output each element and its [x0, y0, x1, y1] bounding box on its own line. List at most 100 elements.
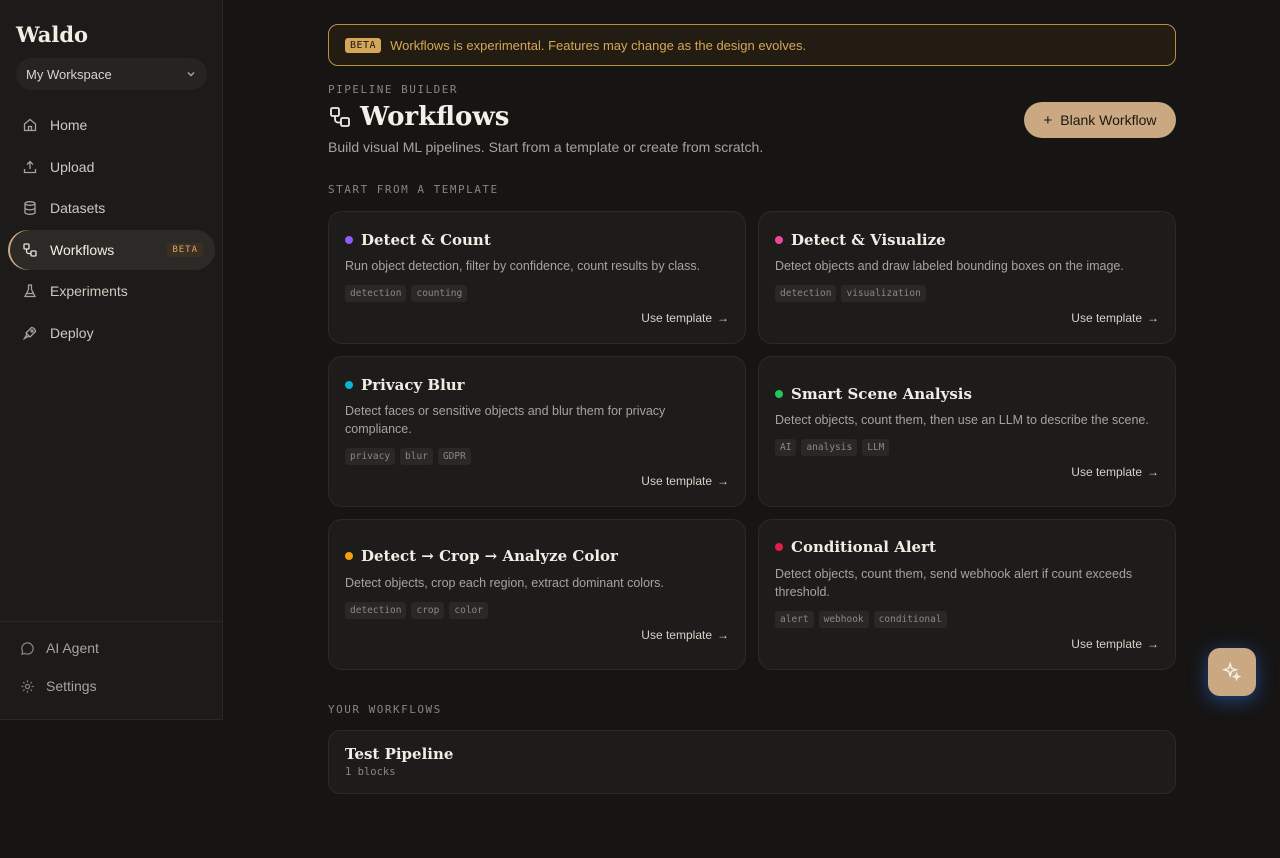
arrow-right-icon: → [1147, 311, 1159, 325]
sidebar-item-label: Home [50, 117, 88, 133]
sidebar-item-datasets[interactable]: Datasets [8, 188, 215, 228]
template-tag: LLM [862, 439, 890, 456]
template-tag: color [449, 602, 488, 619]
workflow-name: Test Pipeline [345, 745, 454, 763]
templates-section-label: START FROM A TEMPLATE [328, 183, 499, 196]
arrow-right-icon: → [1147, 637, 1159, 651]
workspace-select[interactable]: My Workspace [16, 58, 207, 90]
arrow-right-icon: → [717, 311, 729, 325]
use-template-button[interactable]: Use template → [1071, 311, 1159, 325]
template-header: Smart Scene Analysis [775, 385, 972, 403]
template-description: Detect faces or sensitive objects and bl… [345, 404, 666, 436]
use-template-button[interactable]: Use template → [641, 474, 729, 488]
template-tag: crop [411, 602, 445, 619]
template-card[interactable]: Smart Scene Analysis Detect objects, coun… [758, 356, 1176, 507]
sidebar-item-label: Workflows [50, 241, 115, 258]
template-tag: privacy [345, 448, 396, 465]
upload-icon [22, 159, 38, 175]
sidebar-item-label: Datasets [50, 200, 106, 216]
chevron-down-icon [187, 72, 195, 77]
template-tag: detection [775, 285, 837, 302]
blank-workflow-button[interactable]: + Blank Workflow [1024, 102, 1176, 138]
workflow-card[interactable]: Test Pipeline 1 blocks [328, 730, 1176, 794]
sidebar-item-workflows[interactable]: Workflows BETA [8, 229, 215, 270]
template-card[interactable]: Detect & Visualize Detect objects and dra… [758, 211, 1176, 344]
template-name: Detect → Crop → Analyze Color [361, 547, 618, 565]
arrow-right-icon: → [717, 474, 729, 488]
template-tag: detection [345, 602, 407, 619]
template-name: Smart Scene Analysis [791, 385, 972, 403]
template-description: Detect objects and draw labeled bounding… [775, 259, 1124, 273]
ai-assistant-button[interactable] [1208, 648, 1256, 696]
arrow-right-icon: → [717, 628, 729, 642]
rocket-icon [22, 325, 38, 341]
use-template-button[interactable]: Use template → [1071, 465, 1159, 479]
use-template-button[interactable]: Use template → [641, 311, 729, 325]
sidebar-nav: Home Upload Datasets Workflows BETA Expe… [8, 105, 215, 354]
template-tags: AI analysis LLM [775, 439, 894, 456]
template-name: Conditional Alert [791, 538, 936, 556]
template-card[interactable]: Detect & Count Run object detection, filt… [328, 211, 746, 344]
sidebar-item-label: Settings [46, 678, 97, 694]
template-tag: detection [345, 285, 407, 302]
sidebar-item-label: AI Agent [46, 640, 99, 656]
template-description: Detect objects, crop each region, extrac… [345, 576, 664, 590]
template-tags: privacy blur GDPR [345, 448, 476, 465]
sidebar-item-label: Deploy [50, 324, 94, 341]
sidebar-item-deploy[interactable]: Deploy [8, 313, 215, 353]
chat-icon [21, 641, 34, 655]
template-tags: detection counting [345, 285, 472, 302]
template-color-dot [775, 236, 783, 244]
template-name: Detect & Count [361, 231, 491, 249]
arrow-right-icon: → [1147, 465, 1159, 479]
template-color-dot [775, 390, 783, 398]
beta-badge: BETA [167, 242, 203, 257]
home-icon [22, 117, 38, 133]
template-card[interactable]: Privacy Blur Detect faces or sensitive ob… [328, 356, 746, 507]
template-tag: AI [775, 439, 797, 456]
template-tag: counting [411, 285, 468, 302]
template-description: Detect objects, count them, then use an … [775, 413, 1149, 427]
template-tag: webhook [818, 611, 869, 628]
sidebar-item-home[interactable]: Home [8, 105, 215, 145]
template-header: Detect & Visualize [775, 231, 946, 249]
use-template-label: Use template [1071, 465, 1142, 479]
page-subtitle: Build visual ML pipelines. Start from a … [328, 139, 764, 155]
sidebar-item-experiments[interactable]: Experiments [8, 271, 215, 311]
sidebar-item-label: Upload [50, 158, 95, 175]
beta-tag: BETA [345, 37, 382, 53]
sidebar-divider [0, 621, 223, 622]
template-header: Detect → Crop → Analyze Color [345, 547, 618, 565]
use-template-button[interactable]: Use template → [1071, 637, 1159, 651]
use-template-button[interactable]: Use template → [641, 628, 729, 642]
template-tags: detection crop color [345, 602, 493, 619]
use-template-label: Use template [1071, 637, 1142, 651]
template-color-dot [345, 236, 353, 244]
template-tags: detection visualization [775, 285, 931, 302]
template-color-dot [775, 543, 783, 551]
template-name: Privacy Blur [361, 376, 465, 394]
sidebar-item-settings[interactable]: Settings [20, 676, 99, 696]
workspace-select-label: My Workspace [26, 66, 112, 82]
blank-workflow-label: Blank Workflow [1060, 112, 1157, 128]
page-title-row: Workflows [328, 102, 509, 132]
workflow-meta: 1 blocks [345, 766, 396, 778]
banner-text: Workflows is experimental. Features may … [390, 37, 807, 53]
template-description: Detect objects, count them, send webhook… [775, 567, 1133, 599]
template-color-dot [345, 381, 353, 389]
plus-icon: + [1043, 111, 1053, 129]
template-header: Conditional Alert [775, 538, 936, 556]
template-tag: GDPR [437, 448, 471, 465]
database-icon [22, 200, 38, 216]
brand-logo[interactable]: Waldo [16, 22, 88, 47]
template-card[interactable]: Detect → Crop → Analyze Color Detect obje… [328, 519, 746, 670]
sparkle-icon [1221, 661, 1242, 682]
template-name: Detect & Visualize [791, 231, 946, 249]
sidebar-item-upload[interactable]: Upload [8, 147, 215, 187]
template-tag: alert [775, 611, 814, 628]
template-tag: conditional [873, 611, 947, 628]
workflow-icon [22, 242, 38, 258]
template-tag: blur [400, 448, 433, 465]
template-card[interactable]: Conditional Alert Detect objects, count t… [758, 519, 1176, 670]
sidebar-item-ai-agent[interactable]: AI Agent [20, 638, 99, 658]
